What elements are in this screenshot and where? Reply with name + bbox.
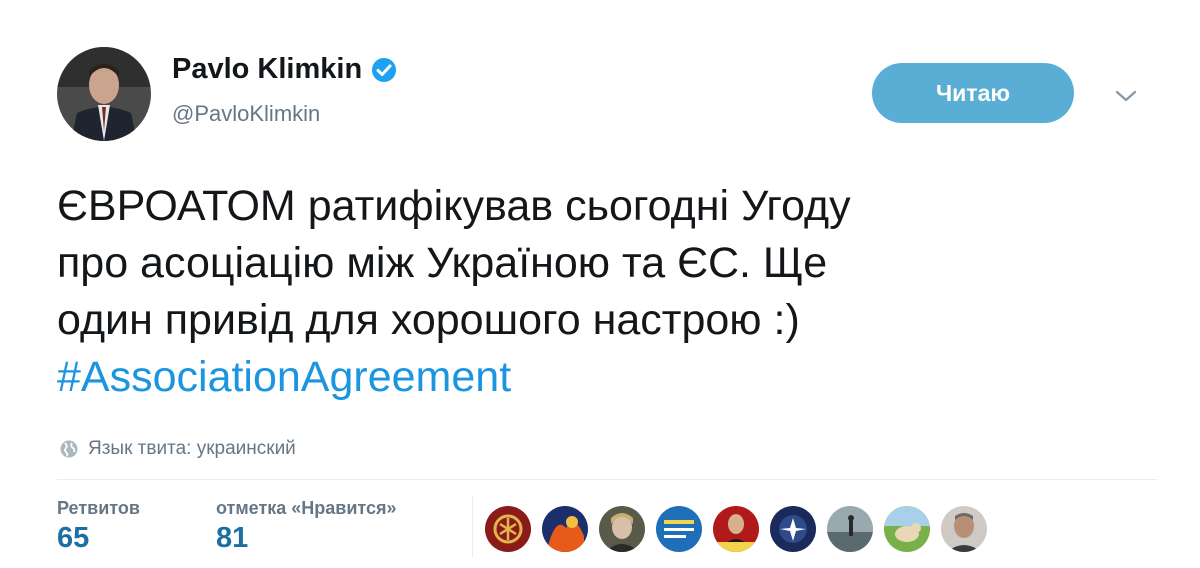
tweet-card: Pavlo Klimkin @PavloKlimkin Читаю ЄВРОАТ… bbox=[0, 0, 1200, 568]
follow-button[interactable]: Читаю bbox=[872, 63, 1074, 123]
author-name-row[interactable]: Pavlo Klimkin bbox=[172, 53, 398, 86]
liker-avatar[interactable] bbox=[542, 506, 588, 552]
author-screen-name[interactable]: @PavloKlimkin bbox=[172, 101, 320, 127]
language-note-text: Язык твита: украинский bbox=[88, 438, 296, 459]
liker-avatar[interactable] bbox=[485, 506, 531, 552]
tweet-text-line: про асоціацію між Україною та ЄС. Ще bbox=[57, 239, 828, 287]
hashtag-link[interactable]: #AssociationAgreement bbox=[57, 349, 1157, 406]
tweet-text-line: один привід для хорошого настрою :) bbox=[57, 296, 800, 344]
tweet-text: ЄВРОАТОМ ратифікував сьогодні Угоду про … bbox=[57, 178, 1157, 406]
language-note: Язык твита: украинский bbox=[59, 438, 296, 460]
liker-avatar[interactable] bbox=[884, 506, 930, 552]
retweets-label: Ретвитов bbox=[57, 498, 140, 518]
liker-avatar[interactable] bbox=[656, 506, 702, 552]
liker-avatar[interactable] bbox=[827, 506, 873, 552]
author-display-name[interactable]: Pavlo Klimkin bbox=[172, 53, 362, 86]
likes-label: отметка «Нравится» bbox=[216, 498, 397, 518]
liker-avatar[interactable] bbox=[941, 506, 987, 552]
liker-avatar[interactable] bbox=[599, 506, 645, 552]
likers-avatars bbox=[485, 506, 998, 552]
liker-avatar[interactable] bbox=[770, 506, 816, 552]
likes-stat[interactable]: отметка «Нравится» 81 bbox=[216, 498, 397, 555]
chevron-down-icon[interactable] bbox=[1114, 88, 1138, 104]
likes-count: 81 bbox=[216, 522, 249, 554]
retweets-count: 65 bbox=[57, 522, 90, 554]
tweet-text-line: ЄВРОАТОМ ратифікував сьогодні Угоду bbox=[57, 182, 851, 230]
divider bbox=[57, 479, 1157, 480]
author-avatar[interactable] bbox=[57, 47, 151, 141]
retweets-stat[interactable]: Ретвитов 65 bbox=[57, 498, 140, 555]
stats-separator bbox=[472, 496, 473, 558]
verified-badge-icon bbox=[370, 56, 398, 84]
liker-avatar[interactable] bbox=[713, 506, 759, 552]
globe-icon bbox=[59, 439, 79, 459]
